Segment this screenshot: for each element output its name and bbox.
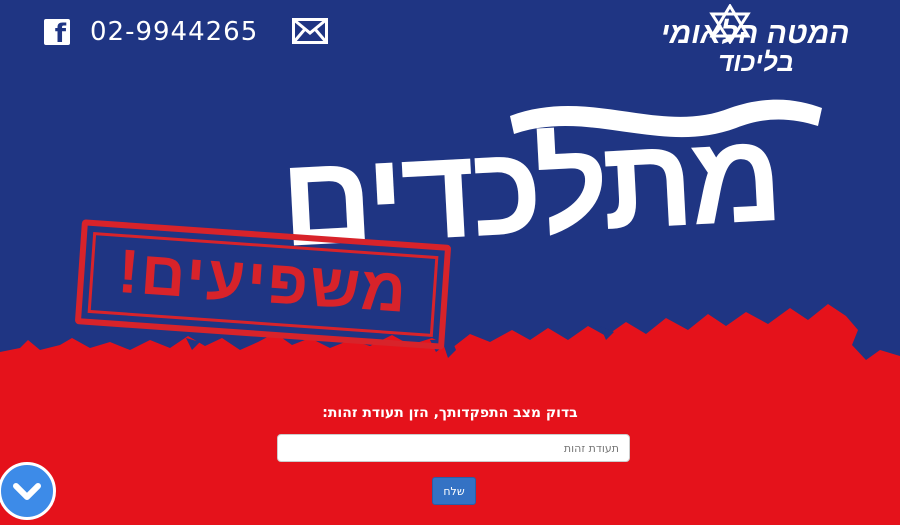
mail-icon[interactable] (292, 18, 328, 44)
logo-line2: בליכוד (718, 47, 794, 77)
header-contact: f 02-9944265 (44, 14, 258, 50)
party-logo[interactable]: המטה הלאומי בליכוד (640, 4, 860, 77)
chevron-down-icon (13, 483, 41, 500)
id-number-input[interactable] (277, 434, 630, 462)
stamp-text: משפיעים! (115, 236, 411, 327)
facebook-icon[interactable]: f (44, 19, 70, 47)
id-check-prompt: בדוק מצב התפקדותך, הזן תעודת זהות: (322, 405, 578, 421)
logo-line1: המטה הלאומי (660, 17, 850, 50)
scroll-down-button[interactable] (0, 462, 56, 520)
send-button[interactable]: שלח (432, 477, 476, 505)
phone-number[interactable]: 02-9944265 (90, 17, 258, 47)
